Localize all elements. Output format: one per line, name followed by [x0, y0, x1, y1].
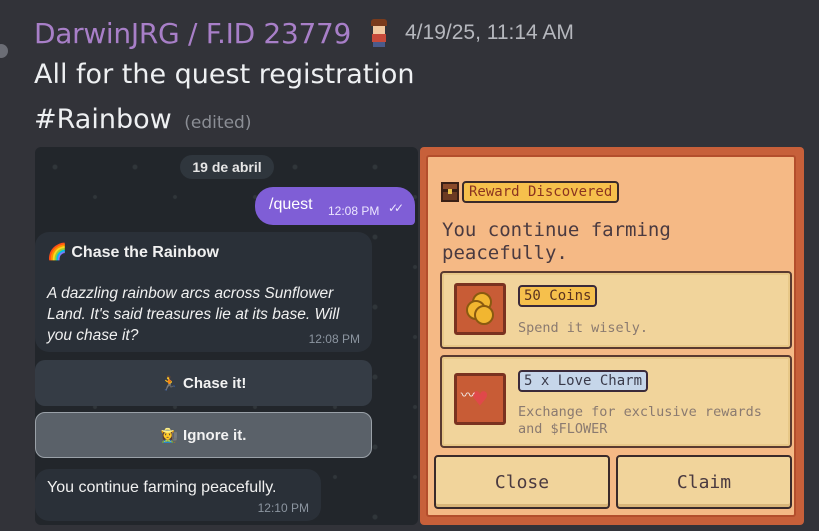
reply-time: 12:10 PM — [257, 501, 309, 515]
reward-discovered-label: Reward Discovered — [462, 181, 620, 203]
chase-it-button[interactable]: 🏃 Chase it! — [35, 360, 372, 406]
reward-panel: Reward Discovered You continue farming p… — [426, 155, 796, 517]
hashtag: #Rainbow — [34, 104, 172, 135]
rainbow-icon: 🌈 — [47, 244, 67, 261]
treasure-chest-icon — [440, 180, 460, 204]
edited-label: (edited) — [184, 113, 252, 133]
coins-icon — [454, 283, 506, 335]
avatar[interactable] — [0, 44, 8, 58]
outgoing-text: /quest — [269, 196, 313, 213]
message-hashtag-line: #Rainbow (edited) — [34, 104, 251, 135]
love-charm-icon: ♥ — [454, 373, 506, 425]
message-header: DarwinJRG / F.ID 23779 4/19/25, 11:14 AM — [34, 14, 574, 52]
claim-button[interactable]: Claim — [616, 455, 792, 509]
reward-item-love-charm: ♥ 5 x Love Charm Exchange for exclusive … — [440, 355, 792, 448]
love-charm-label: 5 x Love Charm — [518, 370, 649, 392]
outgoing-message-bubble: /quest 12:08 PM ✓✓ — [255, 187, 415, 225]
farmer-icon: 👩‍🌾 — [160, 426, 179, 443]
reward-description: You continue farming peacefully. — [442, 219, 671, 264]
outgoing-time: 12:08 PM — [328, 204, 380, 218]
love-charm-subtitle: Exchange for exclusive rewards and $FLOW… — [518, 404, 762, 437]
chase-it-label: Chase it! — [183, 374, 247, 392]
message-text: All for the quest registration — [34, 59, 415, 90]
message-timestamp: 4/19/25, 11:14 AM — [405, 21, 574, 44]
reward-panel-attachment[interactable]: Reward Discovered You continue farming p… — [420, 147, 804, 525]
reward-discovered-tag: Reward Discovered — [440, 179, 620, 205]
date-pill: 19 de abril — [180, 155, 274, 179]
running-person-icon: 🏃 — [160, 374, 179, 391]
telegram-screenshot-attachment[interactable]: 19 de abril /quest 12:08 PM ✓✓ 🌈 Chase t… — [35, 147, 418, 525]
double-check-icon: ✓✓ — [388, 201, 404, 215]
reply-message-bubble: You continue farming peacefully. 12:10 P… — [35, 469, 321, 521]
quest-message-bubble: 🌈 Chase the Rainbow A dazzling rainbow a… — [35, 232, 372, 352]
close-button[interactable]: Close — [434, 455, 610, 509]
reward-item-coins: 50 Coins Spend it wisely. — [440, 271, 792, 349]
ignore-it-button[interactable]: 👩‍🌾 Ignore it. — [35, 412, 372, 458]
coins-label: 50 Coins — [518, 285, 598, 307]
quest-title-line: 🌈 Chase the Rainbow — [47, 242, 219, 262]
quest-time: 12:08 PM — [308, 332, 360, 346]
coins-subtitle: Spend it wisely. — [518, 320, 649, 336]
farmer-avatar-icon — [365, 18, 393, 48]
quest-title: Chase the Rainbow — [71, 244, 219, 261]
username[interactable]: DarwinJRG / F.ID 23779 — [34, 17, 351, 50]
reply-text: You continue farming peacefully. — [47, 479, 277, 496]
ignore-it-label: Ignore it. — [183, 426, 247, 444]
